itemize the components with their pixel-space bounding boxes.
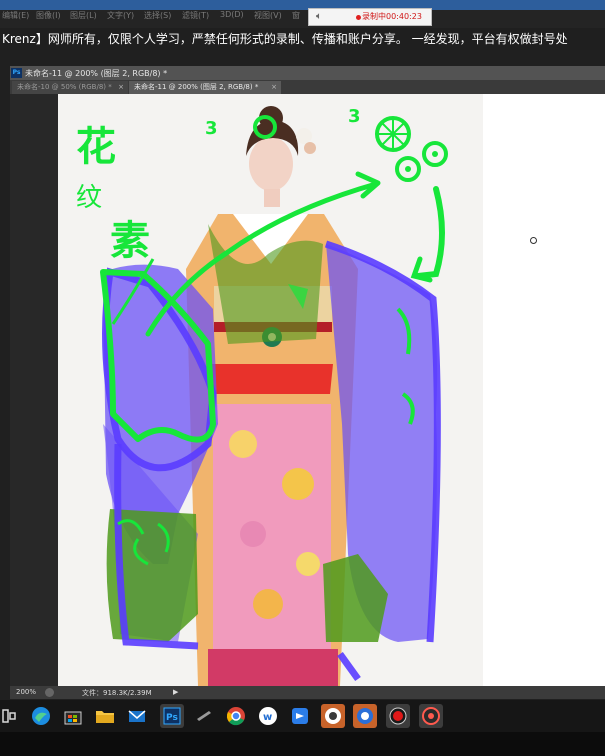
kimono-sketch-artwork: 花 纹 素 3 3	[58, 94, 483, 686]
chrome-icon[interactable]	[224, 704, 248, 728]
menu-view[interactable]: 视图(V)	[254, 10, 282, 21]
menu-image[interactable]: 图像(I)	[36, 10, 61, 21]
close-icon[interactable]: ×	[271, 81, 277, 94]
browser-icon[interactable]	[353, 704, 377, 728]
brush-cursor-icon	[530, 237, 537, 244]
zoom-level[interactable]: 200%	[16, 688, 36, 696]
zoom-icon[interactable]	[45, 688, 54, 697]
mail-icon[interactable]	[125, 704, 149, 728]
window-top-strip	[0, 0, 605, 10]
sketch-number-left: 3	[205, 118, 218, 139]
store-icon[interactable]	[61, 704, 85, 728]
tab-label: 未命名-11 @ 200% (图层 2, RGB/8) *	[134, 83, 259, 91]
status-menu-arrow-icon[interactable]: ▶	[173, 688, 178, 696]
obs-icon[interactable]	[419, 704, 443, 728]
tab-document-10[interactable]: 未命名-10 @ 50% (RGB/8) * ×	[12, 81, 128, 94]
sketch-hanzi-mid: 纹	[76, 183, 102, 213]
close-icon[interactable]: ×	[118, 81, 124, 94]
edge-icon[interactable]	[29, 704, 53, 728]
photoshop-icon[interactable]: Ps	[160, 704, 184, 728]
canvas-white-area[interactable]	[483, 94, 605, 686]
document-title: 未命名-11 @ 200% (图层 2, RGB/8) *	[25, 69, 168, 78]
tab-label: 未命名-10 @ 50% (RGB/8) *	[17, 83, 112, 91]
canvas[interactable]: 花 纹 素 3 3	[58, 94, 483, 686]
sketch-number-right: 3	[348, 106, 361, 127]
menu-edit[interactable]: 编辑(E)	[2, 10, 29, 21]
menu-layer[interactable]: 图层(L)	[70, 10, 97, 21]
notice-text: Krenz】网师所有，仅限个人学习，严禁任何形式的录制、传播和账户分享。 一经发…	[2, 32, 568, 46]
speaker-icon[interactable]: 🔈︎	[316, 11, 322, 22]
sketch-hanzi-bottom: 素	[110, 218, 150, 264]
menu-select[interactable]: 选择(S)	[144, 10, 171, 21]
menu-filter[interactable]: 滤镜(T)	[182, 10, 209, 21]
record-dot-icon	[356, 15, 361, 20]
svg-text:w: w	[263, 712, 272, 723]
photoshop-icon: Ps	[11, 68, 22, 78]
feishu-icon[interactable]	[288, 704, 312, 728]
task-view-icon[interactable]	[0, 704, 24, 728]
svg-text:Ps: Ps	[166, 713, 178, 723]
file-explorer-icon[interactable]	[93, 704, 117, 728]
tab-document-11[interactable]: 未命名-11 @ 200% (图层 2, RGB/8) * ×	[129, 81, 281, 94]
bottom-strip	[0, 732, 605, 756]
app-icon[interactable]	[321, 704, 345, 728]
menu-3d[interactable]: 3D(D)	[220, 10, 244, 19]
menu-type[interactable]: 文字(Y)	[107, 10, 134, 21]
record-icon[interactable]	[386, 704, 410, 728]
menu-window[interactable]: 窗	[292, 10, 300, 21]
wps-icon[interactable]: w	[256, 704, 280, 728]
recording-status: 录制中00:40:23	[362, 12, 422, 21]
pen-tablet-icon[interactable]	[192, 704, 216, 728]
sketch-hanzi-top: 花	[76, 124, 116, 170]
file-info: 文件：918.3K/2.39M	[82, 689, 152, 697]
